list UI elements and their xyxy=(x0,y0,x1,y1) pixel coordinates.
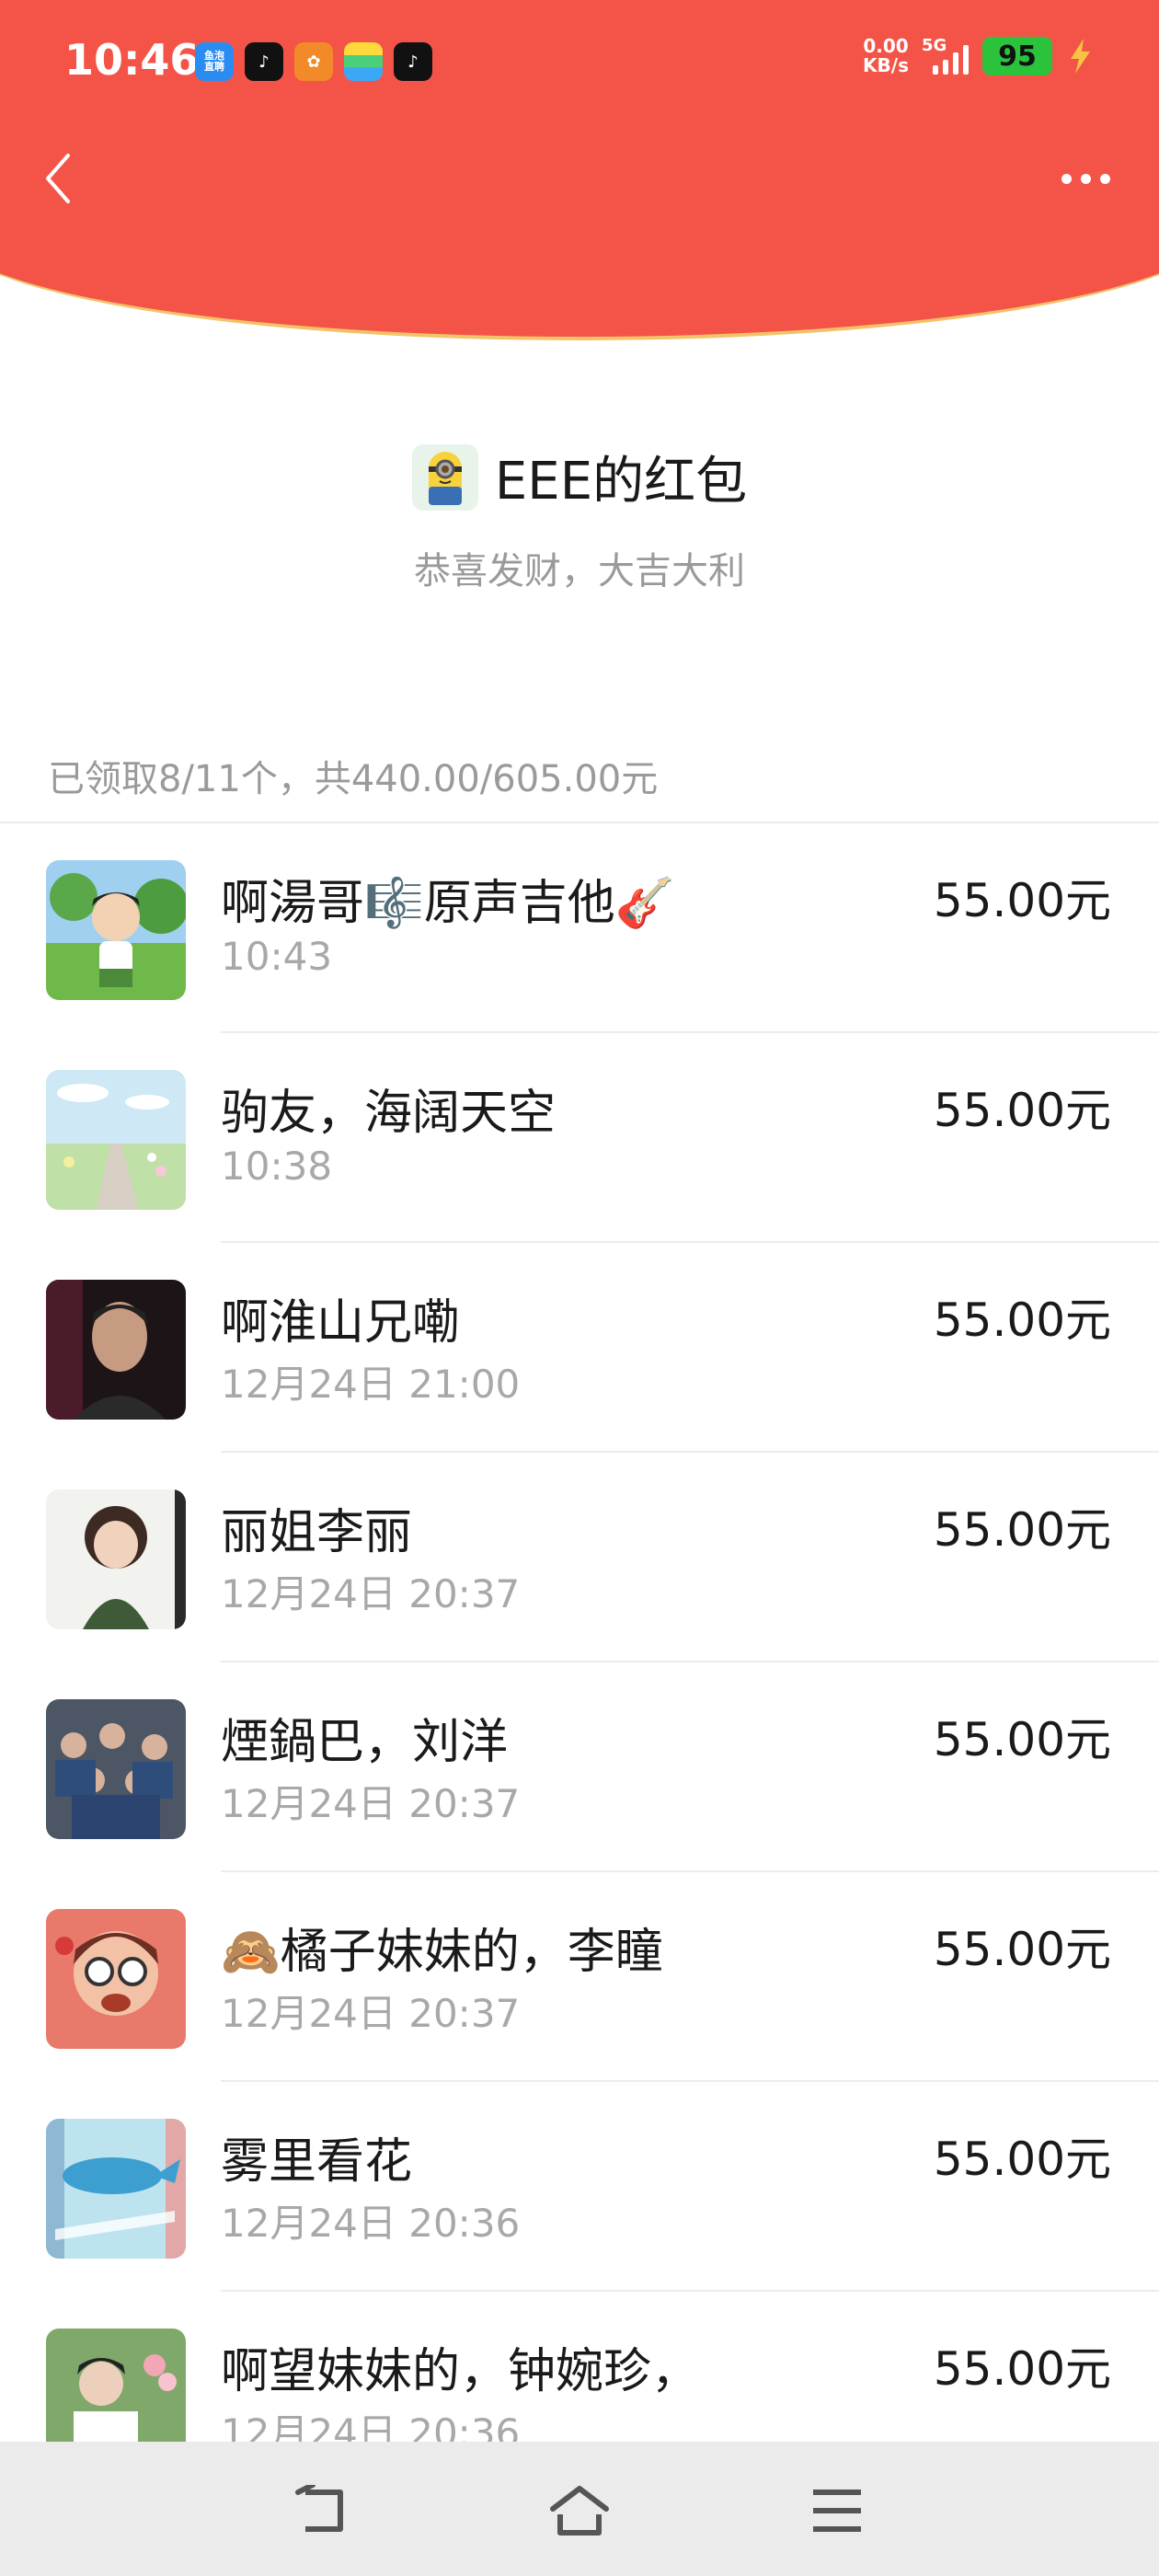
system-back-button[interactable] xyxy=(290,2478,354,2543)
claim-amount: 55.00元 xyxy=(933,2342,1111,2396)
multicolor-app-icon xyxy=(344,42,383,81)
notification-icons: 鱼泡 直聘 ♪ ✿ ♪ xyxy=(195,42,432,81)
claim-summary: 已领取8/11个，共440.00/605.00元 xyxy=(48,758,659,800)
network-type: 5G xyxy=(922,36,947,55)
system-menu-button[interactable] xyxy=(805,2478,869,2543)
fish-live-icon: 鱼泡 直聘 xyxy=(195,42,234,81)
claim-time: 10:43 xyxy=(221,934,333,979)
minion-icon xyxy=(428,451,462,505)
menu-icon xyxy=(813,2490,861,2532)
claim-amount: 55.00元 xyxy=(933,2133,1111,2186)
more-dots-icon xyxy=(1061,173,1072,184)
net-speed-unit: KB/s xyxy=(863,54,909,76)
claim-amount: 55.00元 xyxy=(933,1923,1111,1976)
tiktok-icon-2: ♪ xyxy=(394,42,432,81)
claim-time: 12月24日 20:37 xyxy=(221,1781,521,1826)
avatar[interactable] xyxy=(46,1489,186,1629)
claim-amount: 55.00元 xyxy=(933,1084,1111,1137)
claim-amount: 55.00元 xyxy=(933,1503,1111,1557)
list-item[interactable]: 啊湯哥🎼原声吉他🎸 10:43 55.00元 xyxy=(0,823,1159,1033)
claim-time: 10:38 xyxy=(221,1144,333,1189)
status-time: 10:46 xyxy=(64,35,200,85)
avatar[interactable] xyxy=(46,1070,186,1210)
recipient-name: 啊望妹妹的，钟婉珍， xyxy=(221,2344,700,2399)
top-nav xyxy=(0,138,1159,221)
more-dot xyxy=(1080,173,1091,184)
system-home-button[interactable] xyxy=(547,2478,612,2543)
orange-app-icon: ✿ xyxy=(294,42,333,81)
back-button[interactable] xyxy=(31,151,86,206)
red-packet-detail-screen: 10:46 鱼泡 直聘 ♪ ✿ ♪ 0.00 KB/s 5G 95 EEE的红包… xyxy=(0,0,1159,2576)
avatar[interactable] xyxy=(46,1909,186,2049)
recipient-name: 🙈橘子妹妹的，李瞳 xyxy=(221,1925,663,1980)
avatar[interactable] xyxy=(46,2119,186,2259)
battery-icon: 95 xyxy=(982,37,1052,75)
net-speed-value: 0.00 xyxy=(863,35,909,57)
status-bar: 10:46 鱼泡 直聘 ♪ ✿ ♪ 0.00 KB/s 5G 95 xyxy=(0,0,1159,120)
more-button[interactable] xyxy=(1049,151,1122,206)
net-speed: 0.00 KB/s xyxy=(863,37,909,75)
battery-level: 95 xyxy=(998,40,1037,73)
recipient-list: 啊湯哥🎼原声吉他🎸 10:43 55.00元 驹友，海阔天空 10:38 55.… xyxy=(0,823,1159,2501)
claim-time: 12月24日 20:37 xyxy=(221,1571,521,1616)
packet-title: EEE的红包 xyxy=(494,452,748,512)
more-dot xyxy=(1099,173,1110,184)
tiktok-icon: ♪ xyxy=(245,42,283,81)
claim-amount: 55.00元 xyxy=(933,1294,1111,1347)
sender-avatar[interactable] xyxy=(411,443,478,511)
recipient-name: 丽姐李丽 xyxy=(221,1505,413,1560)
recipient-name: 煙鍋巴，刘洋 xyxy=(221,1715,509,1770)
chevron-left-icon xyxy=(46,154,70,203)
status-right: 0.00 KB/s 5G 95 xyxy=(863,36,1095,75)
packet-blessing: 恭喜发财，大吉大利 xyxy=(414,550,745,592)
list-item[interactable]: 雾里看花 12月24日 20:36 55.00元 xyxy=(0,2082,1159,2292)
recipient-name: 啊湯哥🎼原声吉他🎸 xyxy=(221,876,675,931)
avatar[interactable] xyxy=(46,1699,186,1839)
recipient-name: 驹友，海阔天空 xyxy=(221,1086,557,1141)
claim-time: 12月24日 20:37 xyxy=(221,1991,521,2036)
system-nav-bar xyxy=(0,2442,1159,2576)
list-item[interactable]: 煙鍋巴，刘洋 12月24日 20:37 55.00元 xyxy=(0,1662,1159,1872)
claim-time: 12月24日 20:36 xyxy=(221,2201,521,2246)
recipient-name: 啊淮山兄嘞 xyxy=(221,1295,461,1351)
recipient-name: 雾里看花 xyxy=(221,2134,413,2190)
charging-icon xyxy=(1071,39,1090,74)
list-item[interactable]: 驹友，海阔天空 10:38 55.00元 xyxy=(0,1033,1159,1243)
claim-amount: 55.00元 xyxy=(933,874,1111,927)
list-item[interactable]: 丽姐李丽 12月24日 20:37 55.00元 xyxy=(0,1453,1159,1662)
claim-time: 12月24日 21:00 xyxy=(221,1362,521,1407)
avatar[interactable] xyxy=(46,860,186,1000)
claim-amount: 55.00元 xyxy=(933,1713,1111,1766)
list-item[interactable]: 啊淮山兄嘞 12月24日 21:00 55.00元 xyxy=(0,1243,1159,1453)
packet-title-row: EEE的红包 xyxy=(0,440,1159,514)
signal-icon: 5G xyxy=(922,36,970,75)
home-icon xyxy=(550,2486,609,2536)
list-item[interactable]: 🙈橘子妹妹的，李瞳 12月24日 20:37 55.00元 xyxy=(0,1872,1159,2082)
return-icon xyxy=(295,2485,343,2532)
avatar[interactable] xyxy=(46,1280,186,1420)
